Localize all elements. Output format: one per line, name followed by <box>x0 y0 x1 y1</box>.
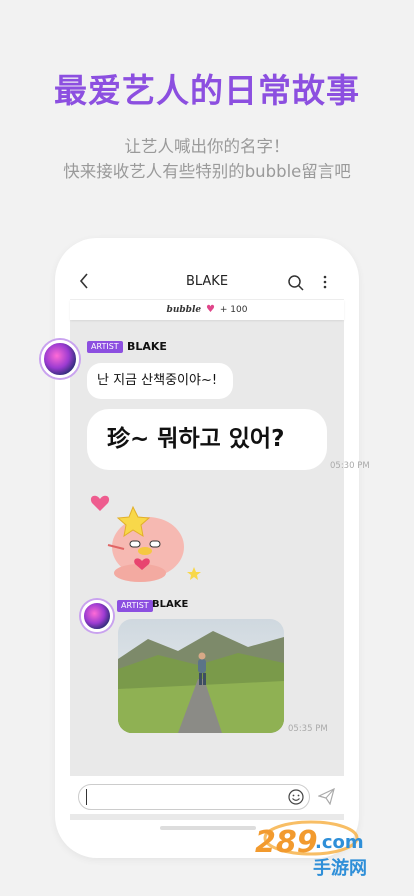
artist-avatar[interactable] <box>41 340 79 378</box>
artist-name: BLAKE <box>152 599 189 610</box>
promo-subtitle-2: 快来接收艺人有些特别的bubble留言吧 <box>63 162 351 181</box>
chat-header: BLAKE <box>70 264 344 300</box>
home-indicator <box>160 826 256 830</box>
promo-headline: 最爱艺人的日常故事 <box>54 71 360 110</box>
message-bubble[interactable]: 珍~ 뭐하고 있어? <box>87 409 327 470</box>
message-photo[interactable] <box>118 619 284 733</box>
artist-name: BLAKE <box>127 340 167 353</box>
svg-text:.com: .com <box>315 832 364 853</box>
promo-subtitle-1: 让艺人喊出你的名字！ <box>124 137 290 156</box>
svg-text:289: 289 <box>255 825 318 860</box>
search-icon[interactable] <box>287 274 305 292</box>
heart-icon: ♥ <box>206 304 215 315</box>
bubble-count: + 100 <box>219 305 248 315</box>
phone-notch <box>150 238 264 262</box>
message-bubble[interactable]: 난 지금 산책중이야~! <box>87 363 233 399</box>
send-icon[interactable] <box>317 787 335 806</box>
watermark-logo: 289 .com 手游网 <box>253 818 403 880</box>
more-options-icon[interactable] <box>321 274 329 290</box>
svg-text:手游网: 手游网 <box>313 857 367 879</box>
text-caret <box>86 789 87 805</box>
message-input[interactable] <box>78 784 310 810</box>
message-timestamp: 05:30 PM <box>330 461 370 471</box>
artist-badge: ARTIST <box>87 341 123 353</box>
bubble-logo: bubble <box>166 305 202 315</box>
artist-avatar[interactable] <box>81 600 113 632</box>
bubble-count-bar: bubble ♥ + 100 <box>70 300 344 320</box>
message-timestamp: 05:35 PM <box>288 724 328 734</box>
sticker-image[interactable] <box>88 485 208 585</box>
artist-badge: ARTIST <box>117 600 153 612</box>
emoji-icon[interactable] <box>288 789 304 805</box>
